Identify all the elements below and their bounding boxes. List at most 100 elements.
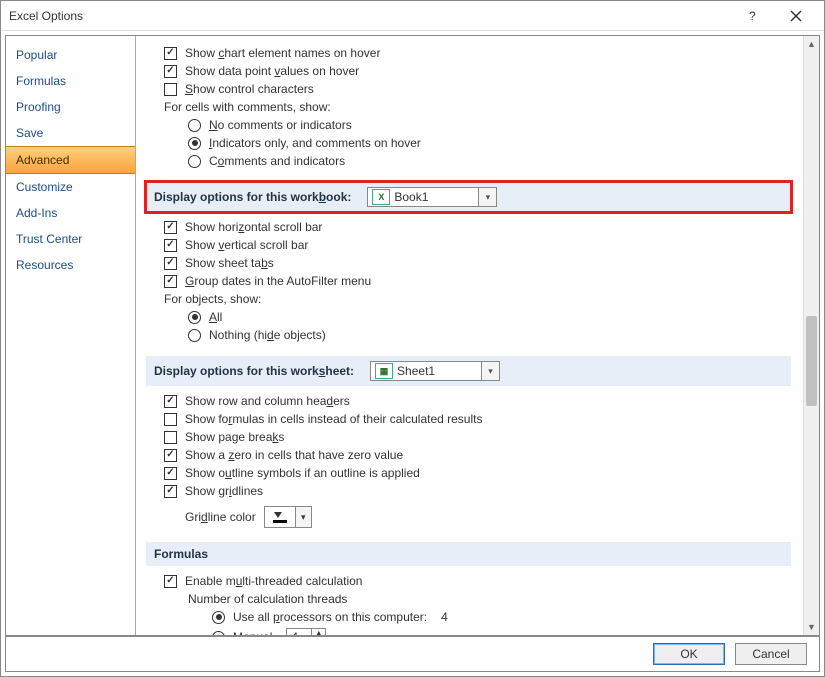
chk-label: Show control characters <box>185 82 314 96</box>
chevron-down-icon: ▾ <box>478 188 496 206</box>
cancel-button[interactable]: Cancel <box>735 643 807 665</box>
scroll-content: Show chart element names on hover Show d… <box>136 36 803 635</box>
chevron-down-icon: ▾ <box>295 507 311 527</box>
dropdown-value: Book1 <box>394 190 436 204</box>
manual-threads-spinner[interactable]: 4 ▲▼ <box>286 628 326 635</box>
worksheet-icon: ▦ <box>375 363 393 379</box>
chk-outline[interactable]: Show outline symbols if an outline is ap… <box>164 464 793 482</box>
nav-save[interactable]: Save <box>6 120 135 146</box>
checkbox-icon <box>164 449 177 462</box>
scrollbar-thumb[interactable] <box>806 316 817 406</box>
checkbox-icon <box>164 83 177 96</box>
dialog-body: Popular Formulas Proofing Save Advanced … <box>5 35 820 636</box>
dropdown-value: Sheet1 <box>397 364 443 378</box>
section-formulas: Formulas <box>146 542 791 566</box>
gridline-color-row: Gridline color ▾ <box>164 504 793 530</box>
chk-data-point[interactable]: Show data point values on hover <box>164 62 793 80</box>
rad-label: No comments or indicators <box>209 118 352 132</box>
checkbox-icon <box>164 47 177 60</box>
paint-bucket-icon <box>265 507 295 527</box>
rad-indicators-only[interactable]: Indicators only, and comments on hover <box>188 134 793 152</box>
chk-label: Show formulas in cells instead of their … <box>185 412 482 426</box>
chk-zero-values[interactable]: Show a zero in cells that have zero valu… <box>164 446 793 464</box>
chk-hscroll[interactable]: Show horizontal scroll bar <box>164 218 793 236</box>
nav-popular[interactable]: Popular <box>6 42 135 68</box>
spinner-arrows: ▲▼ <box>311 629 325 635</box>
nav-trust-center[interactable]: Trust Center <box>6 226 135 252</box>
workbook-dropdown[interactable]: X Book1 ▾ <box>367 187 497 207</box>
rad-all-processors[interactable]: Use all processors on this computer: 4 <box>212 608 793 626</box>
gridline-color-label: Gridline color <box>185 510 256 524</box>
section-title: Display options for this workbook: <box>154 190 351 204</box>
checkbox-icon <box>164 575 177 588</box>
rad-comments-indicators[interactable]: Comments and indicators <box>188 152 793 170</box>
checkbox-icon <box>164 239 177 252</box>
chk-vscroll[interactable]: Show vertical scroll bar <box>164 236 793 254</box>
rad-label: Manual <box>233 630 272 635</box>
nav-resources[interactable]: Resources <box>6 252 135 278</box>
worksheet-dropdown[interactable]: ▦ Sheet1 ▾ <box>370 361 500 381</box>
radio-icon <box>188 311 201 324</box>
chk-label: Show a zero in cells that have zero valu… <box>185 448 403 462</box>
checkbox-icon <box>164 257 177 270</box>
chk-label: Show gridlines <box>185 484 263 498</box>
chk-sheet-tabs[interactable]: Show sheet tabs <box>164 254 793 272</box>
nav-advanced[interactable]: Advanced <box>6 146 135 174</box>
scroll-up-arrow-icon: ▲ <box>804 36 819 52</box>
radio-icon <box>188 329 201 342</box>
category-sidebar: Popular Formulas Proofing Save Advanced … <box>6 36 136 635</box>
svg-text:?: ? <box>749 10 756 22</box>
chk-label: Group dates in the AutoFilter menu <box>185 274 371 288</box>
chk-chart-hover[interactable]: Show chart element names on hover <box>164 44 793 62</box>
radio-icon <box>188 155 201 168</box>
nav-formulas[interactable]: Formulas <box>6 68 135 94</box>
label-objects: For objects, show: <box>164 290 793 308</box>
chk-gridlines[interactable]: Show gridlines <box>164 482 793 500</box>
chk-label: Enable multi-threaded calculation <box>185 574 362 588</box>
chk-multithread[interactable]: Enable multi-threaded calculation <box>164 572 793 590</box>
label-comments: For cells with comments, show: <box>164 98 793 116</box>
chk-label: Show horizontal scroll bar <box>185 220 322 234</box>
chk-group-dates[interactable]: Group dates in the AutoFilter menu <box>164 272 793 290</box>
chk-rowcol[interactable]: Show row and column headers <box>164 392 793 410</box>
workbook-icon: X <box>372 189 390 205</box>
checkbox-icon <box>164 275 177 288</box>
chk-page-breaks[interactable]: Show page breaks <box>164 428 793 446</box>
vertical-scrollbar[interactable]: ▲ ▼ <box>803 36 819 635</box>
chk-label: Show outline symbols if an outline is ap… <box>185 466 420 480</box>
nav-proofing[interactable]: Proofing <box>6 94 135 120</box>
rad-label: Comments and indicators <box>209 154 345 168</box>
chk-formulas-in-cells[interactable]: Show formulas in cells instead of their … <box>164 410 793 428</box>
rad-obj-none[interactable]: Nothing (hide objects) <box>188 326 793 344</box>
gridline-color-picker[interactable]: ▾ <box>264 506 312 528</box>
rad-manual[interactable]: Manual 4 ▲▼ <box>212 626 793 635</box>
rad-obj-all[interactable]: All <box>188 308 793 326</box>
nav-customize[interactable]: Customize <box>6 174 135 200</box>
options-panel: Show chart element names on hover Show d… <box>136 36 819 635</box>
rad-no-comments[interactable]: No comments or indicators <box>188 116 793 134</box>
nav-addins[interactable]: Add-Ins <box>6 200 135 226</box>
title-bar: Excel Options ? <box>1 1 824 31</box>
chevron-down-icon: ▾ <box>481 362 499 380</box>
help-button[interactable]: ? <box>732 2 772 30</box>
ok-button[interactable]: OK <box>653 643 725 665</box>
checkbox-icon <box>164 467 177 480</box>
radio-icon <box>212 611 225 624</box>
chk-label: Show row and column headers <box>185 394 350 408</box>
rad-label: All <box>209 310 222 324</box>
excel-options-dialog: Excel Options ? Popular Formulas Proofin… <box>0 0 825 677</box>
section-title: Display options for this worksheet: <box>154 364 354 378</box>
chk-label: Show vertical scroll bar <box>185 238 308 252</box>
close-button[interactable] <box>776 2 816 30</box>
checkbox-icon <box>164 65 177 78</box>
checkbox-icon <box>164 485 177 498</box>
spinner-value: 4 <box>287 630 311 635</box>
chk-control-chars[interactable]: Show control characters <box>164 80 793 98</box>
rad-label: Use all processors on this computer: <box>233 610 427 624</box>
system-buttons: ? <box>732 2 816 30</box>
rad-label: Indicators only, and comments on hover <box>209 136 421 150</box>
checkbox-icon <box>164 221 177 234</box>
scroll-down-arrow-icon: ▼ <box>804 619 819 635</box>
rad-label: Nothing (hide objects) <box>209 328 326 342</box>
checkbox-icon <box>164 413 177 426</box>
